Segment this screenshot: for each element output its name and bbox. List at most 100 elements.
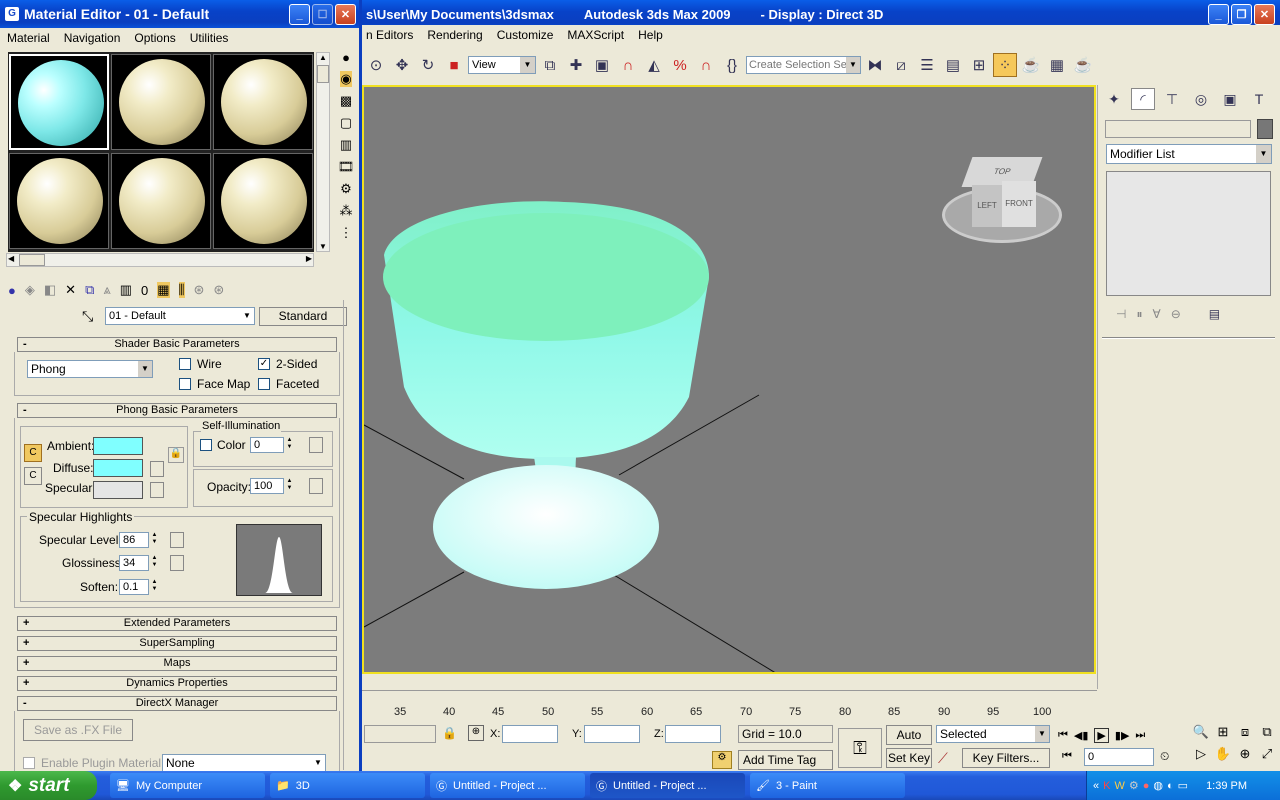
mirror-icon[interactable]: ⧓ xyxy=(863,53,887,77)
specular-color-swatch[interactable] xyxy=(93,481,143,499)
put-to-library-icon[interactable]: ▥ xyxy=(120,282,132,298)
rollout-dynamics-properties[interactable]: + Dynamics Properties xyxy=(17,676,337,691)
create-tab-icon[interactable]: ✦ xyxy=(1102,88,1126,110)
go-to-parent-icon[interactable]: ⊛ xyxy=(194,282,205,298)
rotate-icon[interactable]: ↻ xyxy=(416,53,440,77)
add-time-tag-button[interactable]: Add Time Tag xyxy=(738,750,833,770)
go-forward-sibling-icon[interactable]: ⊛ xyxy=(213,282,224,298)
render-production-icon[interactable]: ☕ xyxy=(1071,53,1095,77)
mtl-menu-material[interactable]: Material xyxy=(0,31,57,45)
sample-slots-vscroll[interactable]: ▲ ▼ xyxy=(316,52,330,252)
scroll-left-icon[interactable]: ◀ xyxy=(8,254,14,263)
material-id-icon[interactable]: 0 xyxy=(141,283,148,298)
zoom-icon[interactable]: 🔍 xyxy=(1190,724,1212,746)
plugin-material-dropdown[interactable]: None ▼ xyxy=(162,754,326,772)
curve-editor-icon[interactable]: ▤ xyxy=(941,53,965,77)
make-preview-icon[interactable]: 🎞 xyxy=(338,159,355,175)
pivot-icon[interactable]: ⧉ xyxy=(538,53,562,77)
menu-maxscript[interactable]: MAXScript xyxy=(560,28,631,42)
options-icon[interactable]: ⚙ xyxy=(340,181,352,197)
rollout-directx-manager[interactable]: - DirectX Manager xyxy=(17,696,337,711)
layer-manager-icon[interactable]: ☰ xyxy=(915,53,939,77)
pan-icon[interactable]: ✋ xyxy=(1212,746,1234,768)
diffuse-color-swatch[interactable] xyxy=(93,459,143,477)
tray-app-icon[interactable]: ⚙ xyxy=(1129,779,1139,792)
material-map-navigator-icon[interactable]: ⋮ xyxy=(340,225,353,241)
play-icon[interactable]: ▶ xyxy=(1094,727,1109,743)
reset-map-icon[interactable]: ✕ xyxy=(65,282,76,298)
shader-basic-rollout[interactable]: - Shader Basic Parameters xyxy=(17,337,337,352)
save-fx-file-button[interactable]: Save as .FX File xyxy=(23,719,133,741)
video-color-check-icon[interactable]: ▥ xyxy=(340,137,352,153)
hierarchy-tab-icon[interactable]: ⊤ xyxy=(1160,88,1184,110)
scale-icon[interactable]: ■ xyxy=(442,53,466,77)
selected-dropdown[interactable]: Selected ▼ xyxy=(936,725,1050,743)
self-illum-map-button[interactable] xyxy=(309,437,323,453)
make-unique-icon[interactable]: ∀ xyxy=(1152,307,1160,321)
sample-slot-2[interactable] xyxy=(111,54,211,150)
self-illum-value-field[interactable]: 0 xyxy=(250,437,284,453)
current-frame-field[interactable]: 0 xyxy=(1084,748,1154,766)
specular-level-spinner[interactable]: ▲ ▼ xyxy=(150,532,159,548)
key-filters-button[interactable]: Key Filters... xyxy=(962,748,1050,768)
two-sided-checkbox[interactable]: ✓ xyxy=(258,358,270,370)
tray-volume-icon[interactable]: ◐ xyxy=(1167,780,1174,792)
tray-arrow-icon[interactable]: « xyxy=(1093,780,1099,792)
modify-tab-icon[interactable]: ◜ xyxy=(1131,88,1155,110)
shader-type-dropdown[interactable]: Phong ▼ xyxy=(27,360,153,378)
snap-3d-icon[interactable]: ∩ xyxy=(616,53,640,77)
tray-display-icon[interactable]: ▭ xyxy=(1178,779,1188,792)
self-illum-spinner[interactable]: ▲ ▼ xyxy=(285,437,294,453)
assign-to-selection-icon[interactable]: ◧ xyxy=(44,282,56,298)
tray-app-icon[interactable]: K xyxy=(1103,780,1110,792)
viewcube-face-front[interactable]: FRONT xyxy=(1002,181,1036,227)
mtl-close-button[interactable]: ✕ xyxy=(335,4,356,25)
ambient-color-swatch[interactable] xyxy=(93,437,143,455)
scroll-thumb[interactable] xyxy=(317,65,329,83)
taskbar-item-my-computer[interactable]: 🖥 My Computer xyxy=(110,773,265,798)
rollout-supersampling[interactable]: + SuperSampling xyxy=(17,636,337,651)
select-icon[interactable]: ⊙ xyxy=(364,53,388,77)
object-color-swatch[interactable] xyxy=(1257,119,1273,139)
menu-help[interactable]: Help xyxy=(631,28,670,42)
pin-stack-icon[interactable]: ⊣ xyxy=(1116,307,1126,321)
maximize-viewport-icon[interactable]: ⤢ xyxy=(1256,746,1278,768)
mtl-menu-navigation[interactable]: Navigation xyxy=(57,31,128,45)
get-material-icon[interactable]: ● xyxy=(8,283,16,298)
auto-key-button[interactable]: Auto Key xyxy=(886,725,932,760)
glossiness-map-button[interactable] xyxy=(170,555,184,571)
x-coord-field[interactable] xyxy=(502,725,558,743)
rollout-maps[interactable]: + Maps xyxy=(17,656,337,671)
viewcube-face-left[interactable]: LEFT xyxy=(972,185,1002,227)
show-map-in-viewport-icon[interactable]: ▦ xyxy=(157,282,170,298)
scroll-up-icon[interactable]: ▲ xyxy=(317,53,329,62)
previous-frame-icon[interactable]: ◀▮ xyxy=(1074,729,1089,742)
modifier-stack[interactable] xyxy=(1106,171,1271,296)
lock-selection-icon[interactable]: 🔒 xyxy=(442,726,457,740)
scroll-down-icon[interactable]: ▼ xyxy=(317,242,329,251)
soften-field[interactable]: 0.1 xyxy=(119,579,149,595)
specular-map-button[interactable] xyxy=(150,482,164,498)
edit-named-selection-icon[interactable]: {} xyxy=(720,53,744,77)
key-mode-icon[interactable]: ⟋ xyxy=(938,750,948,767)
specular-level-field[interactable]: 86 xyxy=(119,532,149,548)
diffuse-map-button[interactable] xyxy=(150,461,164,477)
remove-modifier-icon[interactable]: ⊖ xyxy=(1171,307,1181,321)
self-illum-color-checkbox[interactable] xyxy=(200,439,212,451)
enable-plugin-checkbox[interactable] xyxy=(23,757,35,769)
sample-type-icon[interactable]: ● xyxy=(342,50,350,65)
taskbar-item-3d-folder[interactable]: 📁 3D xyxy=(270,773,425,798)
rollout-scroll-edge[interactable] xyxy=(343,300,347,770)
diffuse-specular-lock-icon[interactable]: C xyxy=(24,467,42,485)
angle-snap-icon[interactable]: ◭ xyxy=(642,53,666,77)
face-map-checkbox[interactable] xyxy=(179,378,191,390)
modifier-list-dropdown[interactable]: Modifier List ▼ xyxy=(1106,144,1272,164)
go-to-start-icon[interactable]: ⏮ xyxy=(1058,729,1068,742)
z-coord-field[interactable] xyxy=(665,725,721,743)
taskbar-item-paint[interactable]: 🖌 3 - Paint xyxy=(750,773,905,798)
display-tab-icon[interactable]: ▣ xyxy=(1218,88,1242,110)
background-icon[interactable]: ▩ xyxy=(340,93,352,109)
set-key-big-icon[interactable]: ⚿ xyxy=(838,728,882,768)
menu-graph-editors[interactable]: n Editors xyxy=(362,28,420,42)
time-config-icon[interactable]: ⏲ xyxy=(1160,749,1169,764)
